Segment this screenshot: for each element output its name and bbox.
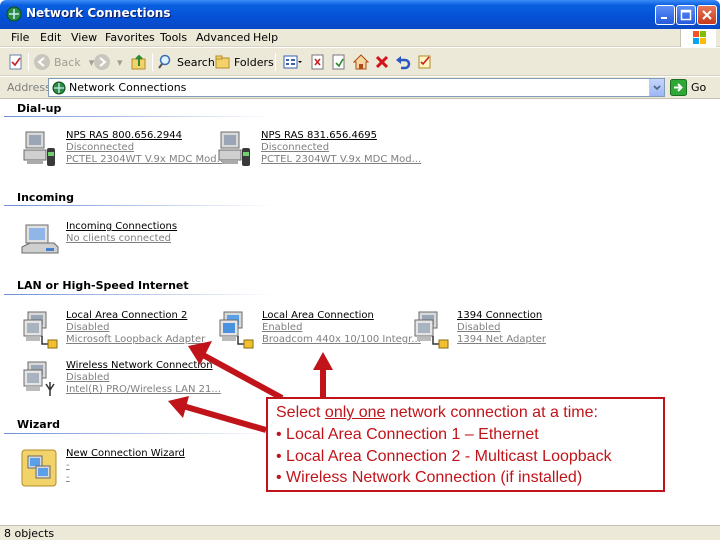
callout-line-1-suffix: network connection at a time: [385, 404, 598, 421]
arrow-to-local-area-connection [313, 352, 333, 397]
arrow-to-local-area-connection-2 [188, 341, 284, 401]
object-count: 8 objects [4, 527, 55, 540]
callout-line-1: Select only one network connection at a … [276, 404, 598, 422]
callout-line-2: • Local Area Connection 1 – Ethernet [276, 426, 539, 443]
arrow-to-wireless-connection [168, 396, 267, 433]
callout-line-3: • Local Area Connection 2 - Multicast Lo… [276, 448, 612, 465]
callout-line-1-prefix: Select [276, 404, 325, 421]
callout-line-1-emphasis: only one [324, 404, 386, 421]
callout-line-4: • Wireless Network Connection (if instal… [276, 469, 583, 486]
instruction-callout: Select only one network connection at a … [266, 397, 665, 492]
status-bar: 8 objects [0, 525, 720, 540]
